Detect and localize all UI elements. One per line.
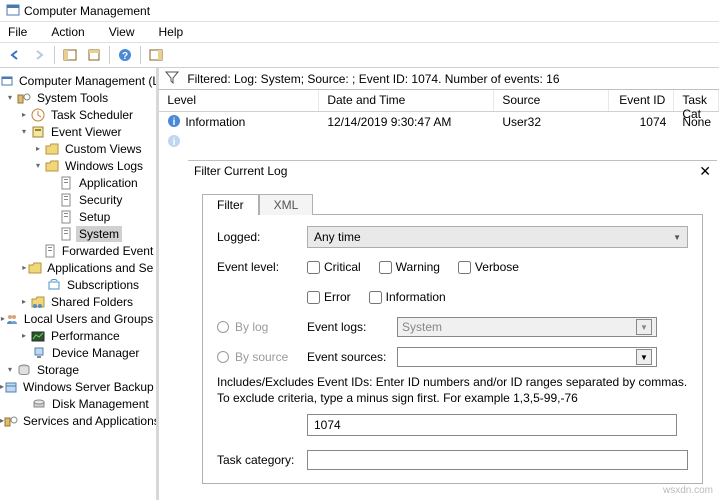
label-event-logs: Event logs: xyxy=(307,320,397,334)
chevron-down-icon[interactable]: ▼ xyxy=(636,349,652,365)
forward-button[interactable] xyxy=(28,44,50,66)
show-hide-tree-button[interactable] xyxy=(59,44,81,66)
col-header-level[interactable]: Level xyxy=(159,90,319,111)
col-header-taskcat[interactable]: Task Cat xyxy=(674,90,719,111)
tree-apps-services-logs[interactable]: ▸Applications and Se xyxy=(0,259,156,276)
titlebar: Computer Management xyxy=(0,0,719,22)
expander-down-icon[interactable]: ▾ xyxy=(32,160,44,172)
svg-text:?: ? xyxy=(122,51,128,62)
task-category-combo[interactable] xyxy=(307,450,688,470)
tree-subscriptions[interactable]: Subscriptions xyxy=(0,276,156,293)
close-icon[interactable]: ✕ xyxy=(699,163,711,180)
radio-by-log: By log xyxy=(217,320,307,334)
col-header-eventid[interactable]: Event ID xyxy=(609,90,674,111)
expander-down-icon[interactable]: ▾ xyxy=(18,126,30,138)
toolbar-separator xyxy=(54,46,55,64)
check-critical[interactable]: Critical xyxy=(307,260,361,274)
label-event-sources: Event sources: xyxy=(307,350,397,364)
tree-storage[interactable]: ▾Storage xyxy=(0,361,156,378)
tree-event-viewer[interactable]: ▾Event Viewer xyxy=(0,123,156,140)
help-text: Includes/Excludes Event IDs: Enter ID nu… xyxy=(217,375,688,406)
tree-windows-server-backup[interactable]: ▸Windows Server Backup xyxy=(0,378,156,395)
help-button[interactable]: ? xyxy=(114,44,136,66)
table-row[interactable]: i xyxy=(159,132,719,152)
tree-disk-management[interactable]: Disk Management xyxy=(0,395,156,412)
toolbar-separator xyxy=(140,46,141,64)
expander-down-icon[interactable]: ▾ xyxy=(4,92,16,104)
dialog-title-text: Filter Current Log xyxy=(194,164,287,178)
tree-windows-logs[interactable]: ▾Windows Logs xyxy=(0,157,156,174)
tree-custom-views[interactable]: ▸Custom Views xyxy=(0,140,156,157)
menu-view[interactable]: View xyxy=(105,23,139,41)
event-sources-combo[interactable]: ▼ xyxy=(397,347,657,367)
tab-body: Logged: Any time▼ Event level: Critical … xyxy=(202,214,703,484)
tree-services-apps[interactable]: ▸Services and Applications xyxy=(0,412,156,429)
svg-text:i: i xyxy=(173,137,176,148)
window-title: Computer Management xyxy=(24,4,150,18)
menu-help[interactable]: Help xyxy=(155,23,188,41)
menubar: File Action View Help xyxy=(0,22,719,42)
tree-log-security[interactable]: Security xyxy=(0,191,156,208)
grid-header: Level Date and Time Source Event ID Task… xyxy=(159,90,719,112)
tree-performance[interactable]: ▸Performance xyxy=(0,327,156,344)
tree-system-tools[interactable]: ▾System Tools xyxy=(0,89,156,106)
logged-dropdown[interactable]: Any time▼ xyxy=(307,226,688,248)
menu-file[interactable]: File xyxy=(4,23,31,41)
label-event-level: Event level: xyxy=(217,260,307,274)
tree-log-application[interactable]: Application xyxy=(0,174,156,191)
check-error[interactable]: Error xyxy=(307,290,351,304)
menu-action[interactable]: Action xyxy=(47,23,88,41)
filter-status-text: Filtered: Log: System; Source: ; Event I… xyxy=(187,72,559,86)
filter-status-bar: Filtered: Log: System; Source: ; Event I… xyxy=(159,68,719,90)
tree-device-manager[interactable]: Device Manager xyxy=(0,344,156,361)
expander-right-icon[interactable]: ▸ xyxy=(18,330,30,342)
expander-right-icon[interactable]: ▸ xyxy=(18,109,30,121)
chevron-down-icon: ▼ xyxy=(636,319,652,335)
tree-task-scheduler[interactable]: ▸Task Scheduler xyxy=(0,106,156,123)
tree-shared-folders[interactable]: ▸Shared Folders xyxy=(0,293,156,310)
event-logs-combo: System▼ xyxy=(397,317,657,337)
tab-filter[interactable]: Filter xyxy=(202,194,259,215)
radio-by-source: By source xyxy=(217,350,307,364)
back-button[interactable] xyxy=(4,44,26,66)
check-verbose[interactable]: Verbose xyxy=(458,260,519,274)
tabstrip: Filter XML xyxy=(202,193,717,214)
tree-root[interactable]: Computer Management (Local xyxy=(0,72,156,89)
app-icon xyxy=(6,4,20,18)
label-logged: Logged: xyxy=(217,230,307,244)
tree-local-users[interactable]: ▸Local Users and Groups xyxy=(0,310,156,327)
table-row[interactable]: iInformation 12/14/2019 9:30:47 AM User3… xyxy=(159,112,719,132)
check-information[interactable]: Information xyxy=(369,290,446,304)
chevron-down-icon: ▼ xyxy=(673,233,681,242)
expander-right-icon[interactable]: ▸ xyxy=(21,262,29,274)
tree-log-forwarded[interactable]: Forwarded Event xyxy=(0,242,156,259)
expander-right-icon[interactable]: ▸ xyxy=(32,143,44,155)
svg-text:i: i xyxy=(173,117,176,128)
filter-dialog: Filter Current Log ✕ Filter XML Logged: … xyxy=(188,160,717,500)
expander-down-icon[interactable]: ▾ xyxy=(4,364,16,376)
dialog-titlebar: Filter Current Log ✕ xyxy=(188,161,717,181)
event-id-input[interactable] xyxy=(307,414,677,436)
tree-pane: Computer Management (Local ▾System Tools… xyxy=(0,68,159,500)
toolbar-separator xyxy=(109,46,110,64)
col-header-date[interactable]: Date and Time xyxy=(319,90,494,111)
col-header-source[interactable]: Source xyxy=(494,90,609,111)
toolbar: ? xyxy=(0,42,719,68)
label-task-category: Task category: xyxy=(217,453,307,467)
expander-right-icon[interactable]: ▸ xyxy=(18,296,30,308)
info-icon: i xyxy=(167,114,181,131)
tree-log-system[interactable]: System xyxy=(0,225,156,242)
tree-log-setup[interactable]: Setup xyxy=(0,208,156,225)
tab-xml[interactable]: XML xyxy=(259,194,314,215)
info-icon: i xyxy=(167,134,181,151)
check-warning[interactable]: Warning xyxy=(379,260,440,274)
properties-button[interactable] xyxy=(83,44,105,66)
action-pane-button[interactable] xyxy=(145,44,167,66)
filter-icon xyxy=(165,70,179,87)
